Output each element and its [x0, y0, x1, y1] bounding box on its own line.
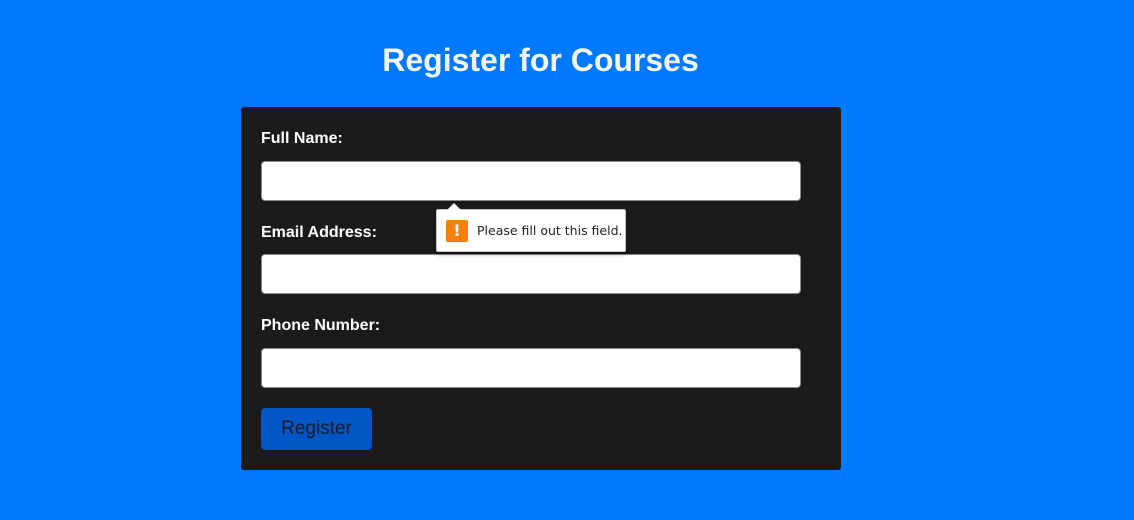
- tooltip-message: Please fill out this field.: [477, 223, 623, 238]
- register-button[interactable]: Register: [261, 408, 372, 450]
- phone-number-label: Phone Number:: [261, 317, 381, 334]
- email-address-input[interactable]: [261, 254, 801, 294]
- full-name-label: Full Name:: [261, 130, 343, 147]
- page-title: Register for Courses: [382, 42, 699, 78]
- full-name-input[interactable]: [261, 161, 801, 201]
- phone-number-input[interactable]: [261, 348, 801, 388]
- tooltip-arrow: [447, 203, 461, 210]
- validation-tooltip: ! Please fill out this field.: [436, 203, 626, 252]
- registration-form: Full Name: Email Address: Phone Number: …: [241, 107, 841, 470]
- warning-icon: !: [446, 219, 468, 242]
- email-address-label: Email Address:: [261, 224, 377, 241]
